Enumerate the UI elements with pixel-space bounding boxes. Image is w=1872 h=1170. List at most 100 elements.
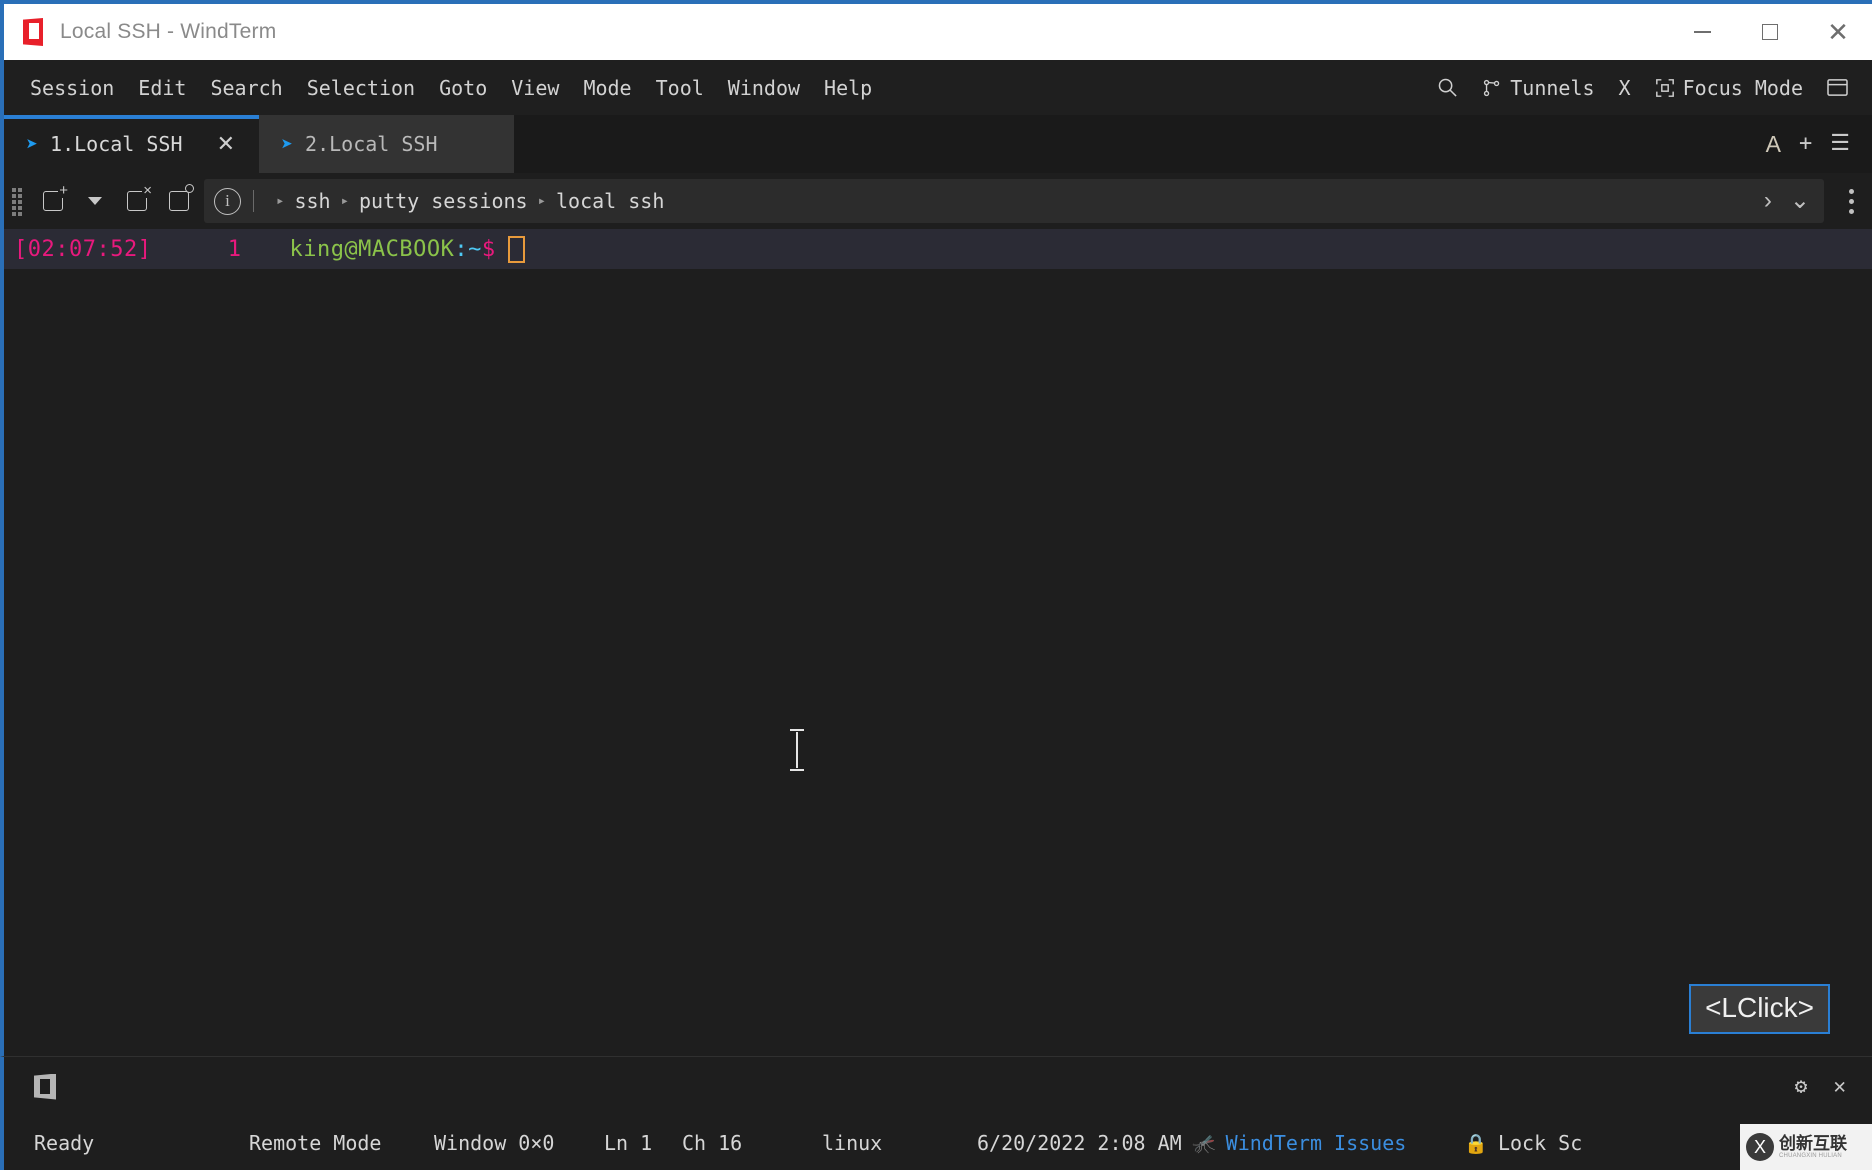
terminal-prompt: king@MACBOOK : ~ $	[289, 235, 525, 263]
terminal-line-number: 1	[227, 236, 242, 262]
status-issues-link[interactable]: 🦟 WindTerm Issues	[1192, 1131, 1406, 1155]
chevron-down-icon	[88, 197, 102, 205]
tunnels-icon	[1484, 79, 1500, 96]
status-lock-screen[interactable]: 🔒 Lock Sc	[1464, 1131, 1582, 1155]
menu-mode[interactable]: Mode	[571, 69, 643, 107]
windterm-logo-icon	[20, 18, 46, 46]
window-controls: ✕	[1668, 4, 1872, 60]
search-icon	[1438, 78, 1457, 97]
terminal-cursor	[507, 235, 525, 263]
bottom-panel-bar: ⚙ ✕	[0, 1056, 1872, 1116]
bug-icon: 🦟	[1192, 1132, 1216, 1155]
reconnect-session-icon	[169, 184, 194, 211]
status-window-size[interactable]: Window 0×0	[434, 1131, 604, 1155]
windterm-mark-icon	[34, 1073, 56, 1100]
prompt-colon: :	[454, 236, 469, 262]
menu-help[interactable]: Help	[812, 69, 884, 107]
breadcrumb-item-ssh[interactable]: ssh	[294, 189, 330, 213]
session-toolbar: + × i ▸ ssh ▸ putty sessions ▸ local ssh…	[0, 173, 1872, 229]
tab-2-local-ssh[interactable]: ➤ 2.Local SSH	[259, 115, 514, 173]
lclick-overlay-badge: <LClick>	[1689, 984, 1830, 1034]
breadcrumb-separator-icon: ▸	[340, 193, 349, 209]
breadcrumb[interactable]: i ▸ ssh ▸ putty sessions ▸ local ssh › ⌄	[204, 179, 1824, 223]
prompt-path: ~	[468, 236, 482, 262]
tab-close-button[interactable]: ✕	[215, 131, 237, 157]
menu-window[interactable]: Window	[716, 69, 812, 107]
focus-mode-button[interactable]: Focus Mode	[1645, 70, 1813, 106]
info-icon[interactable]: i	[214, 187, 241, 215]
bottom-panel-controls: ⚙ ✕	[1795, 1076, 1872, 1097]
status-remote-mode[interactable]: Remote Mode	[249, 1131, 434, 1155]
menu-view[interactable]: View	[499, 69, 571, 107]
menu-tool[interactable]: Tool	[644, 69, 716, 107]
breadcrumb-separator-icon: ▸	[276, 193, 285, 209]
font-settings-button[interactable]: A	[1766, 132, 1781, 156]
chevron-right-icon[interactable]: ›	[1764, 189, 1772, 213]
new-session-button[interactable]: +	[32, 180, 74, 222]
status-line[interactable]: Ln 1	[604, 1131, 682, 1155]
watermark-text-cn: 创新互联	[1779, 1133, 1847, 1153]
minimize-button[interactable]	[1668, 4, 1736, 60]
status-terminal-type[interactable]: linux	[822, 1131, 977, 1155]
status-datetime: 6/20/2022 2:08 AM	[977, 1131, 1182, 1155]
x-button[interactable]: X	[1609, 70, 1641, 106]
layout-panel-button[interactable]	[1817, 72, 1858, 103]
watermark-overlay: X 创新互联 CHUANGXIN HULIAN	[1740, 1124, 1872, 1170]
focus-mode-icon	[1655, 78, 1674, 97]
tab-menu-button[interactable]: ☰	[1830, 133, 1850, 155]
status-issues-label: WindTerm Issues	[1225, 1131, 1407, 1155]
new-session-icon: +	[43, 183, 69, 211]
terminal-area[interactable]: [02:07:52] 1 king@MACBOOK : ~ $ <LClick>	[0, 229, 1872, 1056]
menu-bar: Session Edit Search Selection Goto View …	[0, 60, 1872, 115]
status-ready: Ready	[34, 1131, 95, 1155]
menu-search[interactable]: Search	[198, 69, 294, 107]
menu-edit[interactable]: Edit	[126, 69, 198, 107]
status-bar: Ready Remote Mode Window 0×0 Ln 1 Ch 16 …	[0, 1116, 1872, 1170]
prompt-user-host: king@MACBOOK	[289, 236, 455, 262]
windterm-window: Local SSH - WindTerm ✕ Session Edit Sear…	[0, 0, 1872, 1170]
x-label: X	[1618, 75, 1631, 100]
tunnels-button[interactable]: Tunnels	[1472, 70, 1604, 106]
chevron-down-icon[interactable]: ⌄	[1790, 189, 1810, 213]
breadcrumb-right-controls: › ⌄	[1764, 189, 1814, 213]
terminal-timestamp: [02:07:52]	[14, 236, 152, 262]
new-session-dropdown[interactable]	[74, 180, 116, 222]
gear-icon[interactable]: ⚙	[1795, 1076, 1808, 1097]
menu-session[interactable]: Session	[18, 69, 126, 107]
new-tab-button[interactable]: +	[1799, 133, 1812, 155]
status-char[interactable]: Ch 16	[682, 1131, 822, 1155]
send-arrow-icon: ➤	[281, 132, 294, 156]
prompt-symbol: $	[481, 236, 496, 262]
breadcrumb-divider	[253, 190, 254, 212]
reconnect-session-button[interactable]	[158, 180, 200, 222]
close-session-button[interactable]: ×	[116, 180, 158, 222]
status-lock-label: Lock Sc	[1497, 1131, 1583, 1155]
maximize-button[interactable]	[1736, 4, 1804, 60]
tab-label: 1.Local SSH	[50, 132, 183, 156]
lock-icon: 🔒	[1464, 1132, 1488, 1155]
menu-selection[interactable]: Selection	[295, 69, 427, 107]
tab-1-local-ssh[interactable]: ➤ 1.Local SSH ✕	[4, 115, 259, 173]
close-window-button[interactable]: ✕	[1804, 4, 1872, 60]
breadcrumb-item-putty-sessions[interactable]: putty sessions	[359, 189, 528, 213]
focus-mode-label: Focus Mode	[1682, 75, 1803, 100]
more-vertical-icon[interactable]	[1830, 188, 1872, 214]
breadcrumb-separator-icon: ▸	[537, 193, 547, 209]
watermark-text-en: CHUANGXIN HULIAN	[1779, 1152, 1842, 1159]
tab-bar-right: A + ☰	[1766, 115, 1872, 173]
close-session-icon: ×	[127, 183, 153, 211]
close-icon[interactable]: ✕	[1833, 1076, 1846, 1097]
search-button[interactable]	[1427, 71, 1468, 104]
tunnels-label: Tunnels	[1510, 75, 1595, 100]
drag-grip-icon[interactable]	[12, 188, 24, 216]
watermark-logo-icon: X	[1746, 1133, 1774, 1161]
terminal-prompt-line: [02:07:52] 1 king@MACBOOK : ~ $	[4, 229, 1872, 269]
window-title: Local SSH - WindTerm	[60, 20, 277, 43]
layout-panel-icon	[1827, 79, 1848, 96]
title-bar: Local SSH - WindTerm ✕	[0, 4, 1872, 60]
tab-bar: ➤ 1.Local SSH ✕ ➤ 2.Local SSH A + ☰	[0, 115, 1872, 173]
breadcrumb-item-local-ssh[interactable]: local ssh	[556, 189, 664, 213]
text-ibeam-cursor	[790, 729, 804, 771]
menu-goto[interactable]: Goto	[427, 69, 499, 107]
menu-bar-right: Tunnels X Focus Mode	[1427, 70, 1872, 106]
